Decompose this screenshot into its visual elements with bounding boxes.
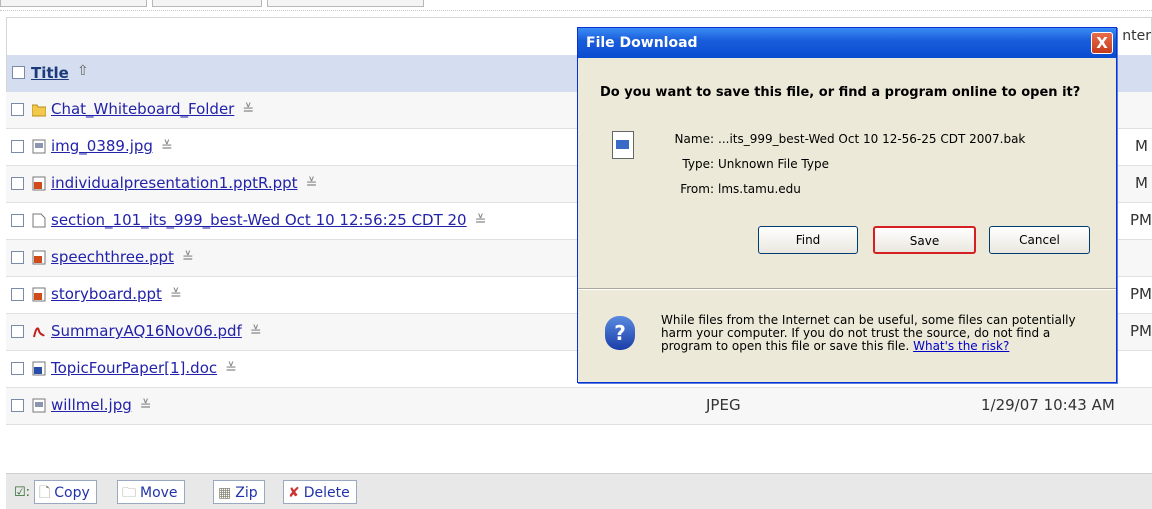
title-column-header[interactable]: Title: [31, 64, 69, 82]
type-label: Type:: [682, 157, 714, 171]
item-menu-icon[interactable]: ≚: [242, 102, 254, 118]
file-date: PM: [1130, 211, 1152, 229]
file-name: willmel.jpg: [51, 396, 132, 414]
file-name: individualpresentation1.pptR.ppt: [51, 174, 298, 192]
file-link[interactable]: img_0389.jpg ≚: [51, 137, 173, 155]
zip-icon: ▦: [218, 485, 232, 501]
name-value: ...its_999_best-Wed Oct 10 12-56-25 CDT …: [718, 132, 1026, 146]
warning-text: While files from the Internet can be use…: [661, 313, 1076, 353]
file-link[interactable]: TopicFourPaper[1].doc ≚: [51, 359, 237, 377]
image-icon: [32, 139, 46, 154]
item-menu-icon[interactable]: ≚: [182, 250, 194, 266]
file-link[interactable]: SummaryAQ16Nov06.pdf ≚: [51, 322, 262, 340]
file-link[interactable]: individualpresentation1.pptR.ppt ≚: [51, 174, 317, 192]
file-name: Chat_Whiteboard_Folder: [51, 100, 235, 118]
save-button[interactable]: Save: [873, 226, 976, 254]
file-type-info: Type: Unknown File Type: [670, 157, 829, 171]
header-partial-text: nter: [1122, 28, 1151, 44]
row-checkbox[interactable]: [11, 140, 24, 153]
item-menu-icon[interactable]: ≚: [140, 398, 152, 414]
close-button[interactable]: X: [1091, 32, 1113, 54]
item-menu-icon[interactable]: ≚: [475, 213, 487, 229]
from-label: From:: [680, 182, 714, 196]
security-shield-icon: ?: [605, 316, 635, 350]
file-download-dialog: File Download X Do you want to save this…: [577, 27, 1117, 383]
row-checkbox[interactable]: [11, 177, 24, 190]
ppt-icon: [32, 250, 46, 265]
item-menu-icon[interactable]: ≚: [161, 139, 173, 155]
row-checkbox[interactable]: [11, 288, 24, 301]
name-label: Name:: [674, 132, 714, 146]
file-name: section_101_its_999_best-Wed Oct 10 12:5…: [51, 211, 467, 229]
zip-label: Zip: [235, 485, 258, 501]
dialog-divider: [578, 288, 1116, 290]
item-menu-icon[interactable]: ≚: [306, 176, 318, 192]
cancel-button[interactable]: Cancel: [989, 226, 1090, 254]
file-link[interactable]: section_101_its_999_best-Wed Oct 10 12:5…: [51, 211, 486, 229]
dialog-title: File Download: [586, 35, 698, 51]
item-menu-icon[interactable]: ≚: [170, 287, 182, 303]
row-checkbox[interactable]: [11, 362, 24, 375]
check-all-icon[interactable]: ☑:: [14, 485, 30, 500]
file-from-info: From: lms.tamu.edu: [670, 182, 801, 196]
row-checkbox[interactable]: [11, 325, 24, 338]
sort-ascending-icon[interactable]: ⇧: [77, 63, 89, 79]
security-warning: While files from the Internet can be use…: [661, 314, 1101, 353]
file-name: img_0389.jpg: [51, 137, 153, 155]
word-icon: [32, 361, 46, 376]
file-name: storyboard.ppt: [51, 285, 162, 303]
pdf-icon: [32, 324, 46, 339]
file-name-info: Name: ...its_999_best-Wed Oct 10 12-56-25…: [670, 132, 1026, 146]
file-link[interactable]: willmel.jpg ≚: [51, 396, 152, 414]
file-icon: [32, 213, 46, 228]
from-value: lms.tamu.edu: [718, 182, 801, 196]
copy-icon: 🗋: [39, 485, 51, 501]
file-date: 1/29/07 10:43 AM: [981, 396, 1115, 414]
dialog-question: Do you want to save this file, or find a…: [600, 85, 1081, 100]
toolbar-button[interactable]: [267, 0, 424, 7]
row-checkbox[interactable]: [11, 399, 24, 412]
item-menu-icon[interactable]: ≚: [225, 361, 237, 377]
move-button[interactable]: 🗀 Move: [117, 480, 185, 504]
file-date: M: [1135, 174, 1148, 192]
item-menu-icon[interactable]: ≚: [250, 324, 262, 340]
dialog-title-bar[interactable]: File Download X: [578, 28, 1116, 58]
toolbar-button[interactable]: [0, 0, 147, 7]
row-checkbox[interactable]: [11, 214, 24, 227]
delete-button[interactable]: ✘ Delete: [283, 480, 357, 504]
toolbar-button[interactable]: [152, 0, 262, 7]
row-checkbox[interactable]: [11, 103, 24, 116]
move-icon: 🗀: [122, 485, 136, 501]
toolbar-remnant: [0, 0, 1152, 11]
ppt-icon: [32, 287, 46, 302]
copy-label: Copy: [54, 485, 90, 501]
file-type-icon: [612, 131, 634, 159]
file-link[interactable]: storyboard.ppt ≚: [51, 285, 182, 303]
zip-button[interactable]: ▦ Zip: [213, 480, 265, 504]
table-row: willmel.jpg ≚ JPEG 1/29/07 10:43 AM: [6, 388, 1152, 425]
delete-icon: ✘: [288, 485, 300, 501]
file-date: PM: [1130, 285, 1152, 303]
ppt-icon: [32, 176, 46, 191]
file-name: SummaryAQ16Nov06.pdf: [51, 322, 242, 340]
file-name: speechthree.ppt: [51, 248, 174, 266]
folder-icon: [31, 102, 47, 117]
file-link[interactable]: speechthree.ppt ≚: [51, 248, 194, 266]
file-name: TopicFourPaper[1].doc: [51, 359, 218, 377]
file-link[interactable]: Chat_Whiteboard_Folder ≚: [51, 100, 254, 118]
select-all-checkbox[interactable]: [12, 66, 25, 79]
risk-link[interactable]: What's the risk?: [913, 339, 1009, 353]
file-type: JPEG: [706, 396, 741, 414]
type-value: Unknown File Type: [718, 157, 829, 171]
row-checkbox[interactable]: [11, 251, 24, 264]
find-button[interactable]: Find: [758, 226, 858, 254]
copy-button[interactable]: 🗋 Copy: [34, 480, 97, 504]
file-date: PM: [1130, 322, 1152, 340]
image-icon: [32, 398, 46, 413]
file-date: M: [1135, 137, 1148, 155]
action-bar: ☑: 🗋 Copy 🗀 Move ▦ Zip ✘ Delete: [6, 473, 1152, 509]
move-label: Move: [140, 485, 178, 501]
delete-label: Delete: [303, 485, 350, 501]
